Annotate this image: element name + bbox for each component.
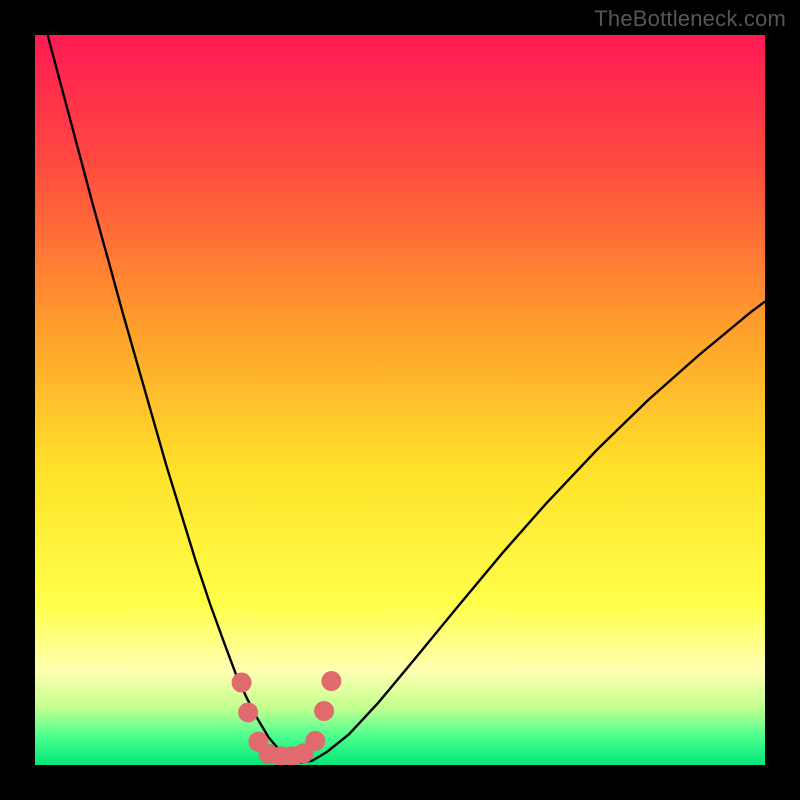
chart-frame: TheBottleneck.com bbox=[0, 0, 800, 800]
bottleneck-curve bbox=[35, 35, 765, 762]
marker-dot bbox=[238, 702, 258, 722]
curve-layer bbox=[35, 35, 765, 765]
marker-dot bbox=[305, 731, 325, 751]
plot-area bbox=[35, 35, 765, 765]
marker-dot bbox=[232, 673, 252, 693]
marker-dot bbox=[321, 671, 341, 691]
watermark-text: TheBottleneck.com bbox=[594, 6, 786, 32]
marker-dot bbox=[314, 701, 334, 721]
